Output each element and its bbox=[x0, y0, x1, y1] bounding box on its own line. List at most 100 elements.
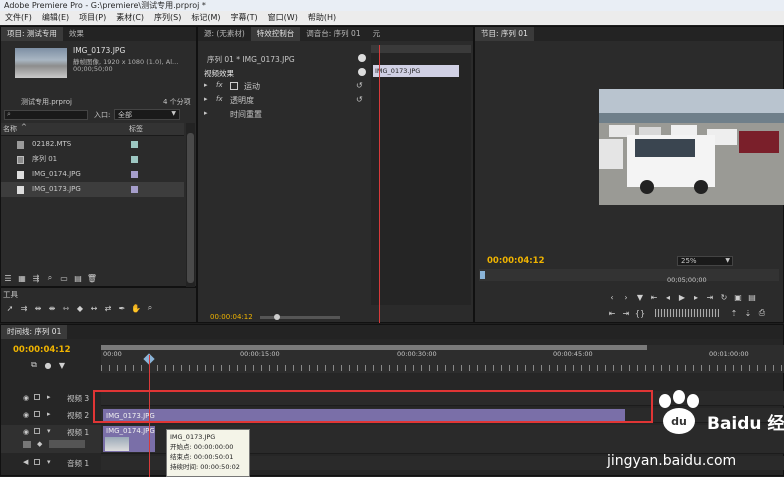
column-name[interactable]: 名称 bbox=[3, 124, 17, 134]
collapse-icon[interactable]: ▾ bbox=[47, 427, 51, 435]
menu-window[interactable]: 窗口(W) bbox=[263, 11, 303, 25]
reset-icon[interactable]: ↺ bbox=[356, 81, 363, 90]
program-playhead-marker[interactable] bbox=[480, 271, 485, 279]
jog-shuttle[interactable] bbox=[655, 309, 719, 317]
slip-icon[interactable]: ↔ bbox=[87, 302, 101, 314]
search-input[interactable]: ⌕ bbox=[4, 110, 88, 120]
collapse-icon[interactable]: ▾ bbox=[47, 458, 51, 466]
selection-tool-icon[interactable]: ➚ bbox=[3, 302, 17, 314]
lock-icon[interactable] bbox=[34, 394, 40, 400]
program-timecode[interactable]: 00:00:04:12 bbox=[487, 256, 545, 266]
extract-icon[interactable]: ⇣ bbox=[741, 307, 755, 319]
tab-effect-controls[interactable]: 特效控制台 bbox=[250, 27, 301, 41]
menu-marker[interactable]: 标记(M) bbox=[186, 11, 225, 25]
tab-program[interactable]: 节目: 序列 01 bbox=[475, 27, 534, 41]
output-icon[interactable]: ▤ bbox=[745, 291, 759, 303]
step-back-icon[interactable]: ◂ bbox=[661, 291, 675, 303]
track-header-a1[interactable]: ◀ ▾ 音频 1 bbox=[1, 456, 101, 470]
in-select[interactable]: 全部 ▼ bbox=[114, 109, 180, 120]
list-item[interactable]: IMG_0173.JPG bbox=[1, 182, 184, 197]
hand-icon[interactable]: ✋ bbox=[129, 302, 143, 314]
zoom-slider-thumb[interactable] bbox=[274, 314, 280, 320]
expand-icon[interactable]: ▸ bbox=[204, 109, 208, 117]
marker-icon[interactable]: ● bbox=[41, 359, 55, 371]
menu-help[interactable]: 帮助(H) bbox=[303, 11, 341, 25]
play-in-out-icon[interactable]: {} bbox=[633, 307, 647, 319]
menu-edit[interactable]: 编辑(E) bbox=[37, 11, 74, 25]
mini-clip[interactable]: IMG_0173.JPG bbox=[373, 65, 459, 77]
lift-icon[interactable]: ⇡ bbox=[727, 307, 741, 319]
timeline-timecode[interactable]: 00:00:04:12 bbox=[13, 345, 71, 355]
menu-title[interactable]: 字幕(T) bbox=[226, 11, 263, 25]
expand-icon[interactable]: ▸ bbox=[204, 81, 208, 89]
tab-audio-mixer[interactable]: 调音台: 序列 01 bbox=[300, 27, 366, 41]
zoom-slider[interactable] bbox=[260, 314, 340, 320]
tab-effects[interactable]: 效果 bbox=[63, 27, 90, 41]
eye-icon[interactable]: ◉ bbox=[23, 428, 29, 436]
slide-icon[interactable]: ⇄ bbox=[101, 302, 115, 314]
go-in-icon[interactable]: ⇤ bbox=[647, 291, 661, 303]
mark-in-icon[interactable]: ‹ bbox=[605, 291, 619, 303]
tab-more[interactable]: 元 bbox=[367, 27, 387, 41]
tab-source[interactable]: 源: (无素材) bbox=[198, 27, 251, 41]
add-marker-icon[interactable]: ▼ bbox=[55, 359, 69, 371]
loop-icon[interactable]: ↻ bbox=[717, 291, 731, 303]
expand-icon[interactable]: ▸ bbox=[204, 95, 208, 103]
timeline-ruler[interactable]: 00:00 00:00:15:00 00:00:30:00 00:00:45:0… bbox=[101, 345, 784, 373]
rolling-edit-icon[interactable]: ⇼ bbox=[45, 302, 59, 314]
track-header-v3[interactable]: ◉ ▸ 视频 3 bbox=[1, 391, 101, 405]
list-item[interactable]: 序列 01 bbox=[1, 152, 184, 167]
menu-sequence[interactable]: 序列(S) bbox=[149, 11, 186, 25]
export-frame-icon[interactable]: ⎙ bbox=[755, 307, 769, 319]
go-next-edit-icon[interactable]: ⇥ bbox=[619, 307, 633, 319]
tab-timeline[interactable]: 时间线: 序列 01 bbox=[1, 325, 68, 339]
menu-project[interactable]: 项目(P) bbox=[74, 11, 111, 25]
zoom-icon[interactable]: ⌕ bbox=[143, 302, 157, 314]
eye-icon[interactable]: ◉ bbox=[23, 411, 29, 419]
trash-icon[interactable]: 🗑 bbox=[85, 272, 99, 284]
snap-icon[interactable]: ⧉ bbox=[27, 359, 41, 371]
play-icon[interactable]: ▶ bbox=[675, 291, 689, 303]
rate-stretch-icon[interactable]: ⇿ bbox=[59, 302, 73, 314]
menu-file[interactable]: 文件(F) bbox=[0, 11, 37, 25]
automate-icon[interactable]: ⇶ bbox=[29, 272, 43, 284]
keyframe-icon[interactable]: ◆ bbox=[37, 440, 42, 448]
section-icon[interactable] bbox=[358, 68, 366, 76]
lock-icon[interactable] bbox=[34, 411, 40, 417]
effect-motion[interactable]: ▸ fx 运动 ↺ bbox=[204, 81, 369, 93]
find-icon[interactable]: ⌕ bbox=[43, 272, 57, 284]
column-label[interactable]: 标签 bbox=[129, 124, 143, 134]
lock-icon[interactable] bbox=[34, 428, 40, 434]
track-header-v1[interactable]: ◉ ▾ 视频 1 ◆ bbox=[1, 425, 101, 453]
track-options[interactable] bbox=[49, 440, 85, 448]
new-item-icon[interactable]: ▤ bbox=[71, 272, 85, 284]
speaker-icon[interactable]: ◀ bbox=[23, 458, 28, 466]
razor-icon[interactable]: ◆ bbox=[73, 302, 87, 314]
icon-view-icon[interactable]: ▦ bbox=[15, 272, 29, 284]
scrollbar-thumb[interactable] bbox=[187, 133, 194, 283]
eye-icon[interactable]: ◉ bbox=[23, 394, 29, 402]
list-view-icon[interactable]: ☰ bbox=[1, 272, 15, 284]
menu-clip[interactable]: 素材(C) bbox=[111, 11, 149, 25]
tab-project[interactable]: 项目: 测试专用 bbox=[1, 27, 63, 41]
track-header-v2[interactable]: ◉ ▸ 视频 2 bbox=[1, 408, 101, 422]
list-item[interactable]: 02182.MTS bbox=[1, 137, 184, 152]
new-bin-icon[interactable]: ▭ bbox=[57, 272, 71, 284]
go-out-icon[interactable]: ⇥ bbox=[703, 291, 717, 303]
list-item[interactable]: IMG_0174.JPG bbox=[1, 167, 184, 182]
effect-opacity[interactable]: ▸ fx 透明度 ↺ bbox=[204, 95, 369, 107]
expand-icon[interactable]: ▸ bbox=[47, 393, 51, 401]
safe-margins-icon[interactable]: ▣ bbox=[731, 291, 745, 303]
project-scrollbar[interactable] bbox=[186, 123, 195, 295]
effect-timecode[interactable]: 00:00:04:12 bbox=[210, 313, 253, 321]
pen-icon[interactable]: ✒ bbox=[115, 302, 129, 314]
reset-icon[interactable]: ↺ bbox=[356, 95, 363, 104]
effect-time-remap[interactable]: ▸ 时间重置 bbox=[204, 109, 369, 121]
ripple-edit-icon[interactable]: ⇹ bbox=[31, 302, 45, 314]
display-style-icon[interactable] bbox=[23, 441, 31, 448]
marker-icon[interactable]: ▼ bbox=[633, 291, 647, 303]
track-select-icon[interactable]: ⇉ bbox=[17, 302, 31, 314]
lock-icon[interactable] bbox=[34, 459, 40, 465]
step-forward-icon[interactable]: ▸ bbox=[689, 291, 703, 303]
zoom-select[interactable]: 25% ▼ bbox=[677, 256, 733, 266]
